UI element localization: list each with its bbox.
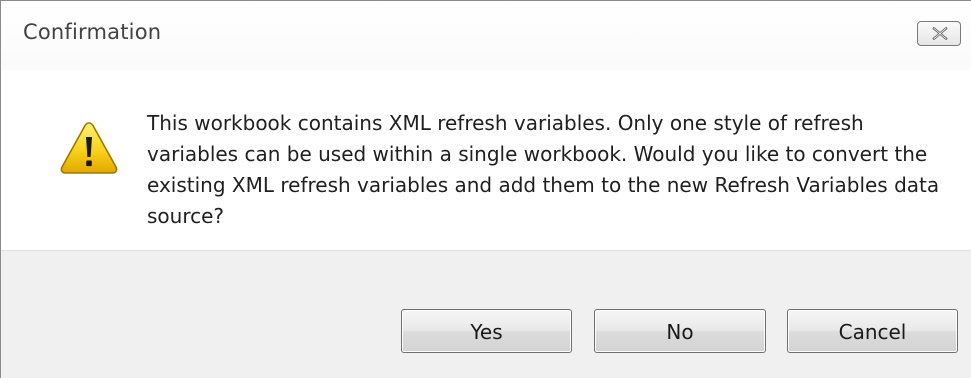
close-button[interactable] — [917, 21, 961, 46]
button-bar: Yes No Cancel — [1, 250, 971, 378]
dialog-message: This workbook contains XML refresh varia… — [147, 111, 940, 228]
warning-icon — [60, 122, 118, 174]
confirmation-dialog: Confirmation This workbook contains XML … — [0, 0, 971, 378]
no-button[interactable]: No — [594, 309, 766, 353]
yes-button[interactable]: Yes — [401, 309, 572, 353]
cancel-button[interactable]: Cancel — [787, 309, 958, 353]
title-bar[interactable]: Confirmation — [1, 0, 971, 70]
close-icon — [932, 27, 948, 40]
dialog-title: Confirmation — [23, 20, 162, 44]
dialog-content: This workbook contains XML refresh varia… — [1, 70, 971, 250]
